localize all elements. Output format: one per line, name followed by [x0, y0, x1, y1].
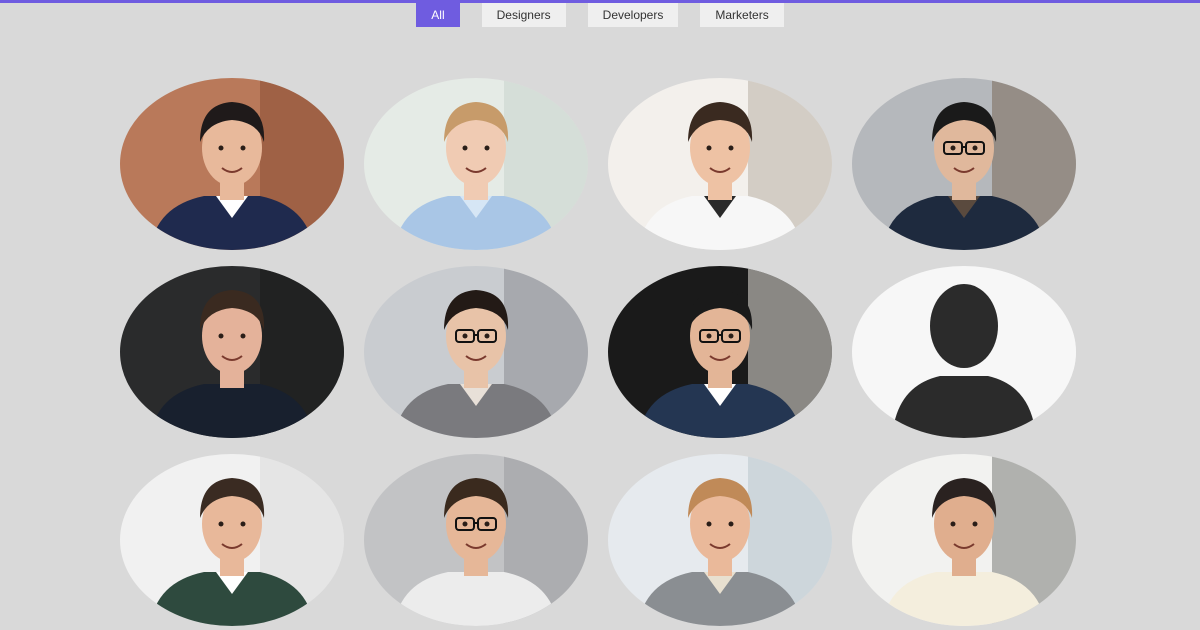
- profile-photo[interactable]: [364, 454, 588, 626]
- profile-photo[interactable]: [120, 266, 344, 438]
- profile-photo[interactable]: [364, 78, 588, 250]
- profile-photo[interactable]: [852, 78, 1076, 250]
- avatar-portrait: [364, 266, 588, 438]
- filter-designers-button[interactable]: Designers: [481, 3, 566, 27]
- avatar-portrait: [852, 78, 1076, 250]
- avatar-portrait: [608, 454, 832, 626]
- profile-photo[interactable]: [608, 454, 832, 626]
- avatar-portrait: [852, 454, 1076, 626]
- avatar-portrait: [120, 78, 344, 250]
- avatar-silhouette: [852, 266, 1076, 438]
- profile-photo[interactable]: [852, 266, 1076, 438]
- filter-marketers-button[interactable]: Marketers: [700, 3, 784, 27]
- profile-photo[interactable]: [608, 78, 832, 250]
- profile-photo[interactable]: [608, 266, 832, 438]
- profile-photo[interactable]: [852, 454, 1076, 626]
- avatar-portrait: [364, 78, 588, 250]
- avatar-portrait: [364, 454, 588, 626]
- filter-all-button[interactable]: All: [416, 3, 460, 27]
- profile-photo[interactable]: [364, 266, 588, 438]
- profile-photo[interactable]: [120, 454, 344, 626]
- avatar-portrait: [120, 266, 344, 438]
- filter-developers-button[interactable]: Developers: [587, 3, 679, 27]
- avatar-portrait: [608, 78, 832, 250]
- profile-photo[interactable]: [120, 78, 344, 250]
- avatar-portrait: [120, 454, 344, 626]
- filter-bar: All Designers Developers Marketers: [0, 3, 1200, 27]
- avatar-portrait: [608, 266, 832, 438]
- profile-grid: [120, 78, 1076, 626]
